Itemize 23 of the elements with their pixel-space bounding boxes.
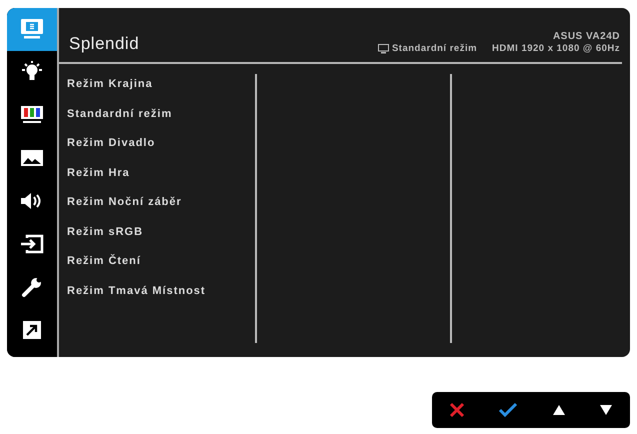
- up-triangle-icon: [552, 404, 566, 416]
- wrench-icon: [21, 276, 43, 298]
- down-triangle-icon: [599, 404, 614, 416]
- menu-item[interactable]: Režim Tmavá Místnost: [67, 284, 255, 314]
- input-icon: [20, 234, 44, 254]
- menu-item[interactable]: Režim sRGB: [67, 226, 255, 255]
- menu-item[interactable]: Režim Hra: [67, 166, 255, 196]
- menu-item[interactable]: Režim Čtení: [67, 255, 255, 284]
- check-icon: [498, 402, 518, 418]
- image-icon: [20, 149, 44, 168]
- shortcut-icon: [22, 320, 42, 340]
- menu-item[interactable]: Režim Noční záběr: [67, 196, 255, 226]
- color-bars-icon: [20, 105, 44, 126]
- signal-info: HDMI 1920 x 1080 @ 60Hz: [492, 43, 620, 54]
- close-icon: [448, 402, 465, 418]
- menu-item[interactable]: Režim Krajina: [67, 78, 255, 108]
- monitor-icon: [378, 44, 389, 54]
- menu-item[interactable]: Režim Divadlo: [67, 137, 255, 166]
- current-mode: Standardní režim: [392, 43, 478, 54]
- menu-item[interactable]: Standardní režim: [67, 108, 255, 137]
- monitor-icon: [20, 18, 44, 40]
- menu-title: Splendid: [69, 34, 140, 54]
- model-name: ASUS VA24D: [552, 31, 620, 42]
